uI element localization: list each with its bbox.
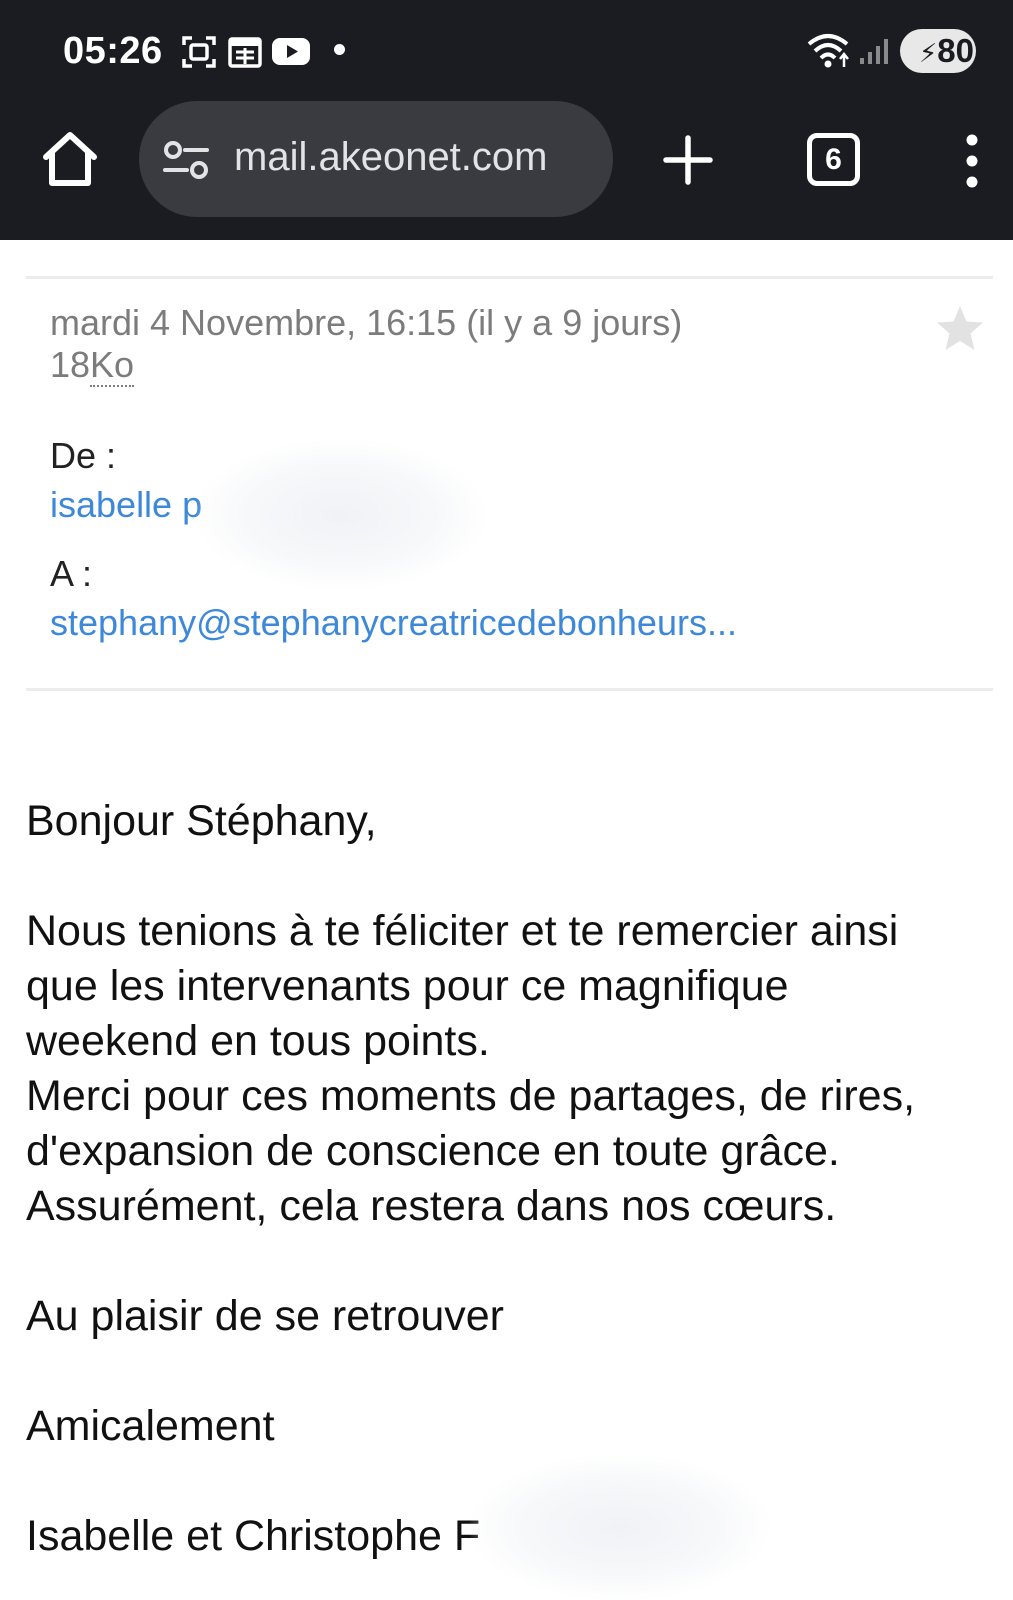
body-line: que les intervenants pour ce magnifique (26, 962, 789, 1010)
header-divider-top (26, 276, 993, 279)
mail-size-number: 18 (50, 344, 91, 385)
body-line: Nous tenions à te féliciter et te remerc… (26, 907, 899, 955)
body-sign-off: Amicalement (26, 1402, 275, 1450)
body-greeting: Bonjour Stéphany, (26, 797, 377, 845)
youtube-icon (272, 38, 310, 65)
body-line: Assurément, cela restera dans nos cœurs. (26, 1182, 837, 1230)
signal-icon (860, 39, 888, 64)
battery-level: ⚡80 (919, 32, 974, 69)
notification-dot (334, 44, 345, 55)
plus-icon[interactable] (660, 132, 716, 188)
body-line: Merci pour ces moments de partages, de r… (26, 1072, 916, 1120)
redaction-blur (470, 1455, 770, 1600)
battery-bolt-icon: ⚡ (919, 38, 938, 68)
to-address-link[interactable]: stephany@stephanycreatricedebonheurs... (50, 602, 737, 644)
screenshot-icon (182, 36, 216, 68)
url-text[interactable]: mail.akeonet.com (234, 135, 547, 180)
body-signature: Isabelle et Christophe F (26, 1512, 481, 1560)
browser-chrome: 05:26 ⚡80 mail.akeonet.com 6 (0, 0, 1013, 240)
calendar-icon (228, 37, 262, 68)
mail-size: 18Ko (50, 344, 135, 387)
mail-date: mardi 4 Novembre, 16:15 (il y a 9 jours) (50, 302, 683, 343)
body-line: d'expansion de conscience en toute grâce… (26, 1127, 840, 1175)
mail-size-unit: Ko (90, 344, 135, 387)
header-divider-bottom (26, 688, 993, 691)
tabs-icon[interactable]: 6 (807, 133, 860, 186)
body-line: weekend en tous points. (26, 1017, 490, 1065)
star-icon[interactable] (934, 303, 986, 355)
site-settings-icon[interactable] (161, 138, 211, 184)
wifi-icon (807, 34, 849, 68)
to-label: A : (50, 553, 93, 594)
from-label: De : (50, 435, 117, 476)
status-time: 05:26 (63, 30, 163, 72)
home-icon[interactable] (38, 127, 102, 191)
more-vert-icon[interactable] (958, 133, 986, 189)
body-closing: Au plaisir de se retrouver (26, 1292, 504, 1340)
redaction-blur (196, 440, 486, 590)
from-address-link[interactable]: isabelle p (50, 484, 202, 526)
